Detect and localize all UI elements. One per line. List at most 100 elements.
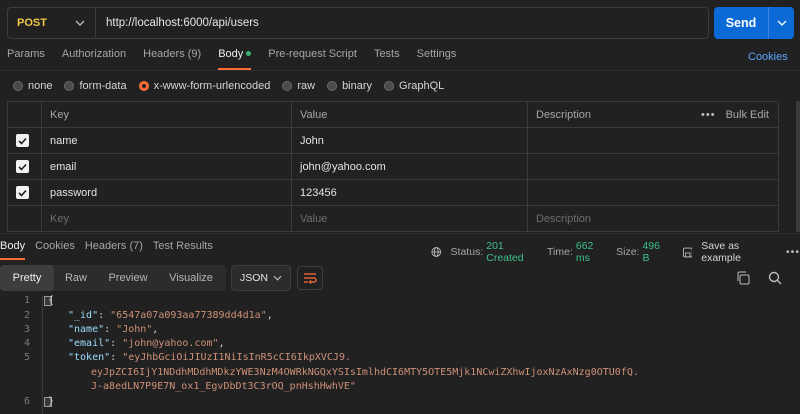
response-tab-cookies[interactable]: Cookies — [35, 240, 75, 260]
tab-body[interactable]: Body — [218, 48, 252, 70]
response-tab-headers[interactable]: Headers (7) — [85, 240, 143, 260]
radio-graphql[interactable]: GraphQL — [384, 80, 444, 92]
json-value: "john@yahoo.com" — [122, 338, 219, 349]
json-key: "name" — [68, 324, 105, 335]
view-visualize[interactable]: Visualize — [158, 265, 224, 291]
search-icon[interactable] — [768, 271, 782, 285]
row-description-cell[interactable] — [528, 180, 779, 205]
response-tab-test-results[interactable]: Test Results — [153, 240, 213, 260]
cookies-link[interactable]: Cookies — [748, 51, 788, 63]
table-row: email john@yahoo.com — [8, 154, 779, 180]
view-raw[interactable]: Raw — [54, 265, 98, 291]
header-check-col — [8, 102, 42, 127]
header-value: Value — [292, 102, 528, 127]
code-line: "name": "John", — [68, 324, 159, 335]
tab-headers[interactable]: Headers (9) — [143, 48, 201, 70]
radio-raw[interactable]: raw — [282, 80, 315, 92]
code-line: } — [48, 396, 55, 407]
row-description-cell[interactable] — [528, 154, 779, 179]
more-horizontal-icon[interactable]: ••• — [701, 109, 716, 121]
request-tabs: Params Authorization Headers (9) Body Pr… — [7, 48, 473, 70]
row-key-cell[interactable]: password — [42, 180, 292, 205]
size-value[interactable]: 496 B — [642, 240, 666, 264]
body-type-radios: none form-data x-www-form-urlencoded raw… — [13, 80, 456, 92]
radio-none[interactable]: none — [13, 80, 52, 92]
row-check-cell — [8, 180, 42, 205]
send-options-chevron-icon[interactable] — [769, 20, 794, 26]
json-value: "6547a07a093aa77389dd4d1a" — [110, 310, 267, 321]
code-gutter — [42, 295, 43, 414]
tab-tests[interactable]: Tests — [374, 48, 400, 70]
radio-circle — [13, 81, 23, 91]
json-value: "eyJhbGciOiJIUzI1NiIsInR5cCI6IkpXVCJ9. — [122, 352, 351, 363]
response-divider — [0, 233, 800, 234]
tab-params[interactable]: Params — [7, 48, 45, 70]
table-row: name John — [8, 128, 779, 154]
params-table: Key Value Description ••• Bulk Edit name… — [7, 101, 779, 232]
header-key: Key — [42, 102, 292, 127]
radio-form-data[interactable]: form-data — [64, 80, 127, 92]
tabs-divider — [0, 70, 800, 71]
row-description-cell[interactable] — [528, 128, 779, 153]
radio-graphql-label: GraphQL — [399, 80, 445, 92]
request-bar: POST http://localhost:6000/api/users — [7, 7, 709, 39]
save-as-example-button[interactable]: Save as example — [701, 240, 772, 264]
tab-settings[interactable]: Settings — [417, 48, 457, 70]
wrap-lines-icon — [304, 273, 317, 284]
row-key-cell[interactable]: email — [42, 154, 292, 179]
code-line-wrap: J-a8edLN7P9E7N_ox1_EgvDbDt3C3rOQ_pnHshHw… — [91, 381, 356, 392]
tab-pre-request-script[interactable]: Pre-request Script — [268, 48, 357, 70]
bulk-edit-button[interactable]: Bulk Edit — [726, 109, 769, 121]
save-icon[interactable] — [682, 247, 693, 258]
json-key: "token" — [68, 352, 111, 363]
view-preview[interactable]: Preview — [98, 265, 158, 291]
value-placeholder[interactable]: Value — [292, 206, 528, 231]
send-button[interactable]: Send — [714, 7, 794, 39]
description-placeholder[interactable]: Description — [528, 206, 779, 231]
row-checkbox[interactable] — [16, 186, 29, 199]
tab-body-label: Body — [218, 48, 244, 60]
checkmark-icon — [18, 163, 27, 171]
radio-binary[interactable]: binary — [327, 80, 372, 92]
radio-binary-label: binary — [342, 80, 373, 92]
row-checkbox[interactable] — [16, 160, 29, 173]
time-value[interactable]: 662 ms — [576, 240, 606, 264]
row-key-cell[interactable]: name — [42, 128, 292, 153]
response-view-bar: Pretty Raw Preview Visualize JSON — [0, 263, 800, 291]
status-value[interactable]: 201 Created — [486, 240, 537, 264]
json-key: "email" — [68, 338, 111, 349]
code-line-wrap: eyJpZCI6IjY1NDdhMDdhMDkzYWE3NzM4OWRkNGQx… — [91, 367, 639, 378]
row-check-cell — [8, 128, 42, 153]
row-check-cell — [8, 206, 42, 231]
radio-urlencoded[interactable]: x-www-form-urlencoded — [138, 80, 270, 92]
copy-icon[interactable] — [736, 271, 750, 285]
status-label: Status: — [450, 246, 484, 258]
scrollbar[interactable] — [796, 101, 800, 232]
radio-none-label: none — [28, 80, 53, 92]
globe-icon[interactable] — [431, 246, 442, 258]
line-number: 1 — [23, 295, 30, 306]
code-line: "_id": "6547a07a093aa77389dd4d1a", — [68, 310, 273, 321]
row-value-cell[interactable]: john@yahoo.com — [292, 154, 528, 179]
radio-form-data-label: form-data — [79, 80, 127, 92]
view-pretty[interactable]: Pretty — [0, 265, 54, 291]
wrap-lines-button[interactable] — [297, 266, 323, 290]
tab-authorization[interactable]: Authorization — [62, 48, 126, 70]
radio-circle — [384, 81, 395, 91]
response-tab-body[interactable]: Body — [0, 240, 26, 260]
bulk-edit-group[interactable]: ••• Bulk Edit — [701, 102, 769, 127]
method-dropdown[interactable]: POST — [8, 8, 96, 38]
table-row: password 123456 — [8, 180, 779, 206]
radio-circle — [282, 81, 293, 91]
url-input[interactable]: http://localhost:6000/api/users — [96, 17, 259, 29]
row-value-cell[interactable]: John — [292, 128, 528, 153]
row-checkbox[interactable] — [16, 134, 29, 147]
row-value-cell[interactable]: 123456 — [292, 180, 528, 205]
format-dropdown[interactable]: JSON — [231, 265, 291, 291]
line-number: 5 — [23, 352, 30, 363]
row-check-cell — [8, 154, 42, 179]
more-horizontal-icon[interactable]: ••• — [786, 246, 800, 258]
response-body-code[interactable]: 1 2 3 4 5 6 { "_id": "6547a07a093aa77389… — [0, 295, 800, 414]
key-placeholder[interactable]: Key — [42, 206, 292, 231]
response-tabs: Body Cookies Headers (7) Test Results — [0, 240, 223, 260]
